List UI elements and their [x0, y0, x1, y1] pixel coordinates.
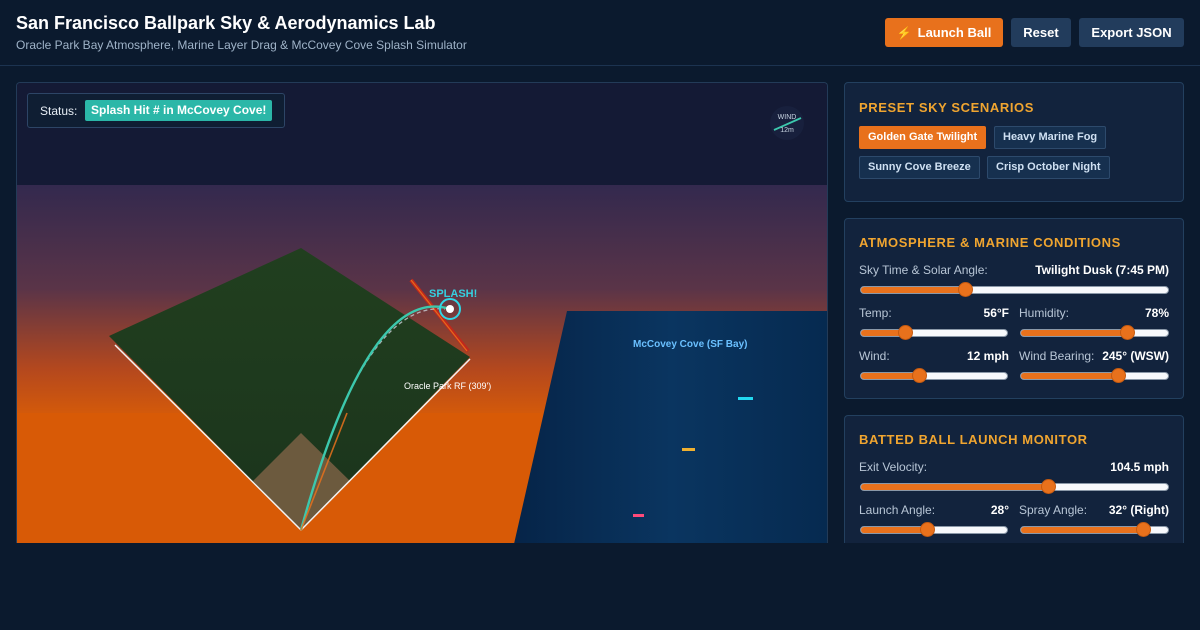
sky-time-fill	[861, 287, 966, 293]
preset-scenarios-title: PRESET SKY SCENARIOS	[859, 100, 1035, 115]
temp-label: Temp:	[859, 306, 892, 320]
app-header: San Francisco Ballpark Sky & Aerodynamic…	[0, 0, 1200, 66]
spray-angle-value: 32° (Right)	[1108, 503, 1169, 517]
launch-angle-slider[interactable]	[860, 522, 1008, 537]
wind-value: 12 mph	[966, 349, 1009, 363]
launch-angle-value: 28°	[990, 503, 1009, 517]
temp-slider[interactable]	[860, 325, 1008, 340]
exit-velocity-value: 104.5 mph	[1110, 460, 1169, 474]
wind-bearing-fill	[1021, 373, 1119, 379]
preset-scenarios-panel: PRESET SKY SCENARIOS Golden Gate Twiligh…	[844, 82, 1184, 202]
spray-angle-thumb[interactable]	[1136, 522, 1151, 537]
wind-bearing-slider[interactable]	[1020, 368, 1169, 383]
launch-monitor-title: BATTED BALL LAUNCH MONITOR	[859, 432, 1088, 447]
ball-marker	[446, 305, 454, 313]
boat-marker	[682, 448, 695, 451]
preset-sunny-cove-breeze[interactable]: Sunny Cove Breeze	[859, 156, 980, 179]
launch-ball-label: Launch Ball	[917, 25, 992, 40]
fence-label: Oracle Park RF (309')	[404, 381, 491, 391]
temp-thumb[interactable]	[897, 325, 913, 340]
sky-time-label: Sky Time & Solar Angle:	[859, 263, 988, 277]
exit-velocity-thumb[interactable]	[1041, 479, 1057, 494]
spray-angle-fill	[1021, 527, 1143, 533]
app-title: San Francisco Ballpark Sky & Aerodynamic…	[16, 13, 436, 33]
wind-thumb[interactable]	[912, 368, 928, 383]
launch-angle-fill	[861, 527, 927, 533]
preset-golden-gate-twilight[interactable]: Golden Gate Twilight	[859, 126, 987, 149]
wind-bearing-label: Wind Bearing:	[1019, 349, 1095, 363]
exit-velocity-slider[interactable]	[860, 479, 1169, 494]
wind-fill	[861, 373, 920, 379]
exit-velocity-fill	[861, 484, 1049, 490]
ballpark-visualization[interactable]: SPLASH! Oracle Park RF (309') McCovey Co…	[16, 82, 828, 543]
humidity-fill	[1021, 330, 1127, 336]
preset-heavy-marine-fog[interactable]: Heavy Marine Fog	[994, 126, 1107, 149]
temp-value: 56°F	[983, 306, 1009, 320]
wind-compass-label: WIND	[778, 114, 797, 121]
sky-time-thumb[interactable]	[958, 282, 974, 297]
wind-compass-icon	[770, 106, 804, 140]
wind-bearing-value: 245° (WSW)	[1102, 349, 1169, 363]
spray-angle-label: Spray Angle:	[1019, 503, 1088, 517]
cove-label: McCovey Cove (SF Bay)	[633, 339, 747, 350]
humidity-value: 78%	[1144, 306, 1169, 320]
splash-label: SPLASH!	[429, 288, 477, 300]
launch-angle-label: Launch Angle:	[859, 503, 936, 517]
reset-button[interactable]: Reset	[1011, 18, 1071, 47]
sky-time-value: Twilight Dusk (7:45 PM)	[1035, 263, 1169, 277]
wind-label: Wind:	[859, 349, 890, 363]
launch-ball-button[interactable]: ⚡ Launch Ball	[885, 18, 1003, 47]
preset-crisp-october-night[interactable]: Crisp October Night	[987, 156, 1110, 179]
ballpark-scene: SPLASH! Oracle Park RF (309') McCovey Co…	[17, 83, 827, 543]
atmosphere-title: ATMOSPHERE & MARINE CONDITIONS	[859, 235, 1121, 250]
status-label: Status:	[40, 104, 78, 118]
exit-velocity-label: Exit Velocity:	[859, 460, 928, 474]
wind-slider[interactable]	[860, 368, 1008, 383]
kayak-marker	[738, 397, 753, 400]
wind-bearing-thumb[interactable]	[1111, 368, 1127, 383]
buoy-marker	[633, 514, 644, 517]
humidity-thumb[interactable]	[1119, 325, 1135, 340]
sky-time-slider[interactable]	[860, 282, 1169, 297]
humidity-slider[interactable]	[1020, 325, 1169, 340]
launch-angle-thumb[interactable]	[919, 522, 935, 537]
spray-angle-slider[interactable]	[1020, 522, 1169, 537]
wind-compass-speed: 12m	[780, 127, 794, 134]
app-subtitle: Oracle Park Bay Atmosphere, Marine Layer…	[16, 38, 467, 52]
lightning-bolt-icon: ⚡	[896, 25, 912, 40]
status-badge: Splash Hit # in McCovey Cove!	[85, 100, 273, 121]
launch-monitor-panel: BATTED BALL LAUNCH MONITOR Exit Velocity…	[844, 415, 1184, 543]
status-indicator: Status: Splash Hit # in McCovey Cove!	[27, 93, 285, 128]
export-json-button[interactable]: Export JSON	[1079, 18, 1184, 47]
atmosphere-panel: ATMOSPHERE & MARINE CONDITIONS Sky Time …	[844, 218, 1184, 399]
humidity-label: Humidity:	[1019, 306, 1070, 320]
